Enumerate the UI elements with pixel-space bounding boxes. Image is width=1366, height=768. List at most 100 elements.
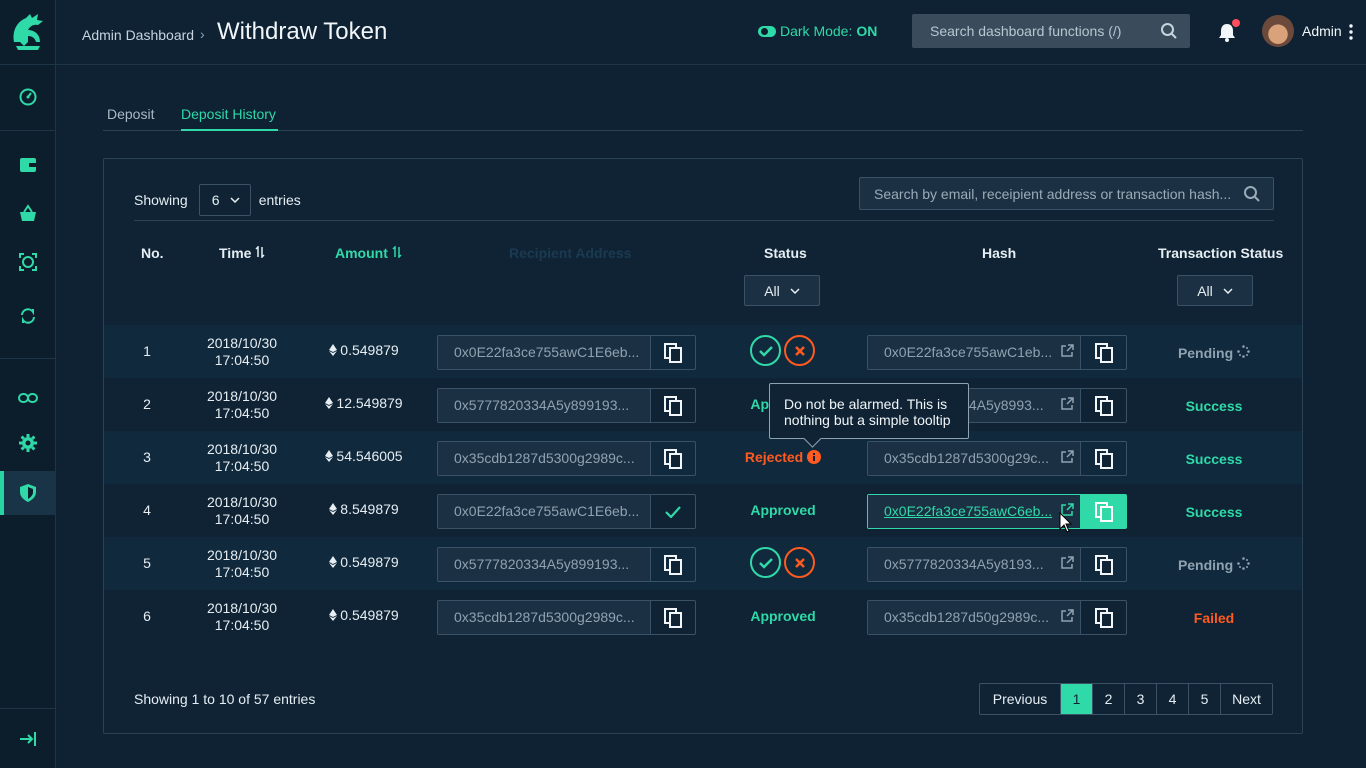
hash-value: 0x5777820334A5y8193... [884, 556, 1044, 572]
sidebar-item-link[interactable] [0, 376, 56, 420]
external-link-icon [1061, 344, 1074, 357]
copy-address-button[interactable] [650, 548, 695, 581]
copy-hash-button[interactable] [1080, 495, 1126, 528]
hash-link[interactable]: 0x35cdb1287d50g2989c... [868, 601, 1080, 634]
column-header-time[interactable]: Time [219, 245, 265, 261]
status-text: Approved [750, 608, 816, 624]
breadcrumb[interactable]: Admin Dashboard [82, 27, 194, 43]
transaction-status-filter[interactable]: All [1177, 275, 1253, 306]
table-row: 6 2018/10/30 17:04:50 0.549879 0x35cdb128… [104, 590, 1302, 643]
pagination-next[interactable]: Next [1220, 684, 1272, 714]
sidebar-item-wallet[interactable] [0, 143, 56, 187]
chevron-down-icon [230, 197, 240, 203]
pagination-previous[interactable]: Previous [980, 684, 1060, 714]
hash-field: 0x5777820334A5y8193... [867, 547, 1127, 582]
dark-mode-value: ON [856, 23, 878, 39]
table-row: 1 2018/10/30 17:04:50 0.549879 0x0E22fa3c… [104, 325, 1302, 378]
hash-value: 0x35cdb1287d50g2989c... [884, 609, 1050, 625]
wallet-icon [20, 158, 36, 172]
pagination-page-3[interactable]: 3 [1124, 684, 1156, 714]
recipient-address[interactable]: 0x35cdb1287d5300g2989c... [438, 601, 650, 634]
copy-icon [1094, 607, 1113, 628]
copy-hash-button[interactable] [1080, 601, 1126, 634]
recipient-address[interactable]: 0x0E22fa3ce755awC1E6eb... [438, 495, 650, 528]
pagination-page-1[interactable]: 1 [1060, 684, 1092, 714]
sidebar-collapse-button[interactable] [0, 717, 56, 761]
hash-link[interactable]: 0x35cdb1287d5300g29c... [868, 442, 1080, 475]
recipient-address-field: 0x35cdb1287d5300g2989c... [437, 600, 696, 635]
table-search [859, 177, 1274, 210]
row-time: 2018/10/30 17:04:50 [190, 441, 294, 475]
hash-link[interactable]: 0x5777820334A5y8193... [868, 548, 1080, 581]
status-filter[interactable]: All [744, 275, 820, 306]
approve-button[interactable] [750, 335, 781, 366]
hash-link[interactable]: 0x0E22fa3ce755awC1eb... [868, 336, 1080, 369]
search-icon[interactable] [1243, 185, 1261, 203]
transaction-status-filter-value: All [1197, 282, 1213, 299]
transaction-status: Pending [1154, 557, 1274, 573]
row-number: 1 [143, 343, 151, 359]
dashboard-search-input[interactable] [912, 14, 1190, 48]
row-amount: 54.546005 [309, 448, 419, 464]
sidebar-item-focus[interactable] [0, 240, 56, 284]
notification-button[interactable] [1218, 19, 1240, 47]
more-vertical-icon[interactable] [1349, 24, 1353, 40]
dragon-logo-icon[interactable] [10, 12, 46, 52]
transaction-status: Success [1185, 398, 1243, 414]
recipient-address[interactable]: 0x35cdb1287d5300g2989c... [438, 442, 650, 475]
chevron-down-icon [790, 287, 800, 294]
search-icon[interactable] [1160, 22, 1178, 40]
focus-icon [19, 253, 37, 271]
reject-button[interactable] [784, 335, 815, 366]
recipient-address[interactable]: 0x0E22fa3ce755awC1E6eb... [438, 336, 650, 369]
pagination-page-5[interactable]: 5 [1188, 684, 1220, 714]
copy-address-button[interactable] [650, 601, 695, 634]
user-name[interactable]: Admin [1302, 23, 1342, 39]
hash-field: 0x35cdb1287d5300g29c... [867, 441, 1127, 476]
dark-mode-toggle[interactable]: Dark Mode: ON [758, 23, 877, 39]
sidebar-item-sync[interactable] [0, 294, 56, 338]
status-rejected[interactable]: Rejected [724, 449, 842, 465]
sidebar-item-dashboard[interactable] [0, 75, 56, 119]
basket-icon [20, 204, 36, 221]
tab-deposit-history[interactable]: Deposit History [181, 106, 276, 122]
column-header-amount[interactable]: Amount [335, 245, 402, 261]
copy-address-button[interactable] [650, 389, 695, 422]
recipient-address[interactable]: 0x5777820334A5y899193... [438, 389, 650, 422]
copy-address-button[interactable] [650, 442, 695, 475]
copy-hash-button[interactable] [1080, 548, 1126, 581]
sidebar-item-basket[interactable] [0, 192, 56, 236]
approve-button[interactable] [750, 547, 781, 578]
copy-address-button[interactable] [650, 336, 695, 369]
copy-hash-button[interactable] [1080, 336, 1126, 369]
row-clock: 17:04:50 [214, 405, 270, 421]
page-title: Withdraw Token [217, 18, 388, 45]
copy-hash-button[interactable] [1080, 442, 1126, 475]
sidebar-item-settings[interactable] [0, 421, 56, 465]
sidebar-item-security[interactable] [0, 471, 56, 515]
column-header-transaction-status: Transaction Status [1158, 245, 1284, 261]
table-row: 3 2018/10/30 17:04:50 54.546005 0x35cdb12… [104, 431, 1302, 484]
row-clock: 17:04:50 [214, 511, 270, 527]
transaction-status: Success [1185, 504, 1243, 520]
table-row: 5 2018/10/30 17:04:50 0.549879 0x57778203… [104, 537, 1302, 590]
copy-icon [1094, 395, 1113, 416]
avatar[interactable] [1262, 15, 1294, 47]
recipient-address[interactable]: 0x5777820334A5y899193... [438, 548, 650, 581]
column-header-recipient: Recipient Address [509, 245, 632, 261]
notification-badge [1232, 19, 1240, 27]
copy-hash-button[interactable] [1080, 389, 1126, 422]
reject-button[interactable] [784, 547, 815, 578]
hash-value: 0x0E22fa3ce755awC1eb... [884, 344, 1053, 360]
spinner-icon [1237, 557, 1250, 570]
pagination-page-2[interactable]: 2 [1092, 684, 1124, 714]
copied-confirmation[interactable] [650, 495, 695, 528]
row-time: 2018/10/30 17:04:50 [190, 600, 294, 634]
entries-select[interactable]: 6 [198, 184, 251, 216]
tab-deposit[interactable]: Deposit [107, 106, 154, 122]
hash-link[interactable]: 0x0E22fa3ce755awC6eb... [868, 495, 1080, 528]
pagination-page-4[interactable]: 4 [1156, 684, 1188, 714]
row-amount: 12.549879 [309, 395, 419, 411]
chevron-down-icon [1223, 287, 1233, 294]
table-search-input[interactable] [860, 178, 1273, 209]
